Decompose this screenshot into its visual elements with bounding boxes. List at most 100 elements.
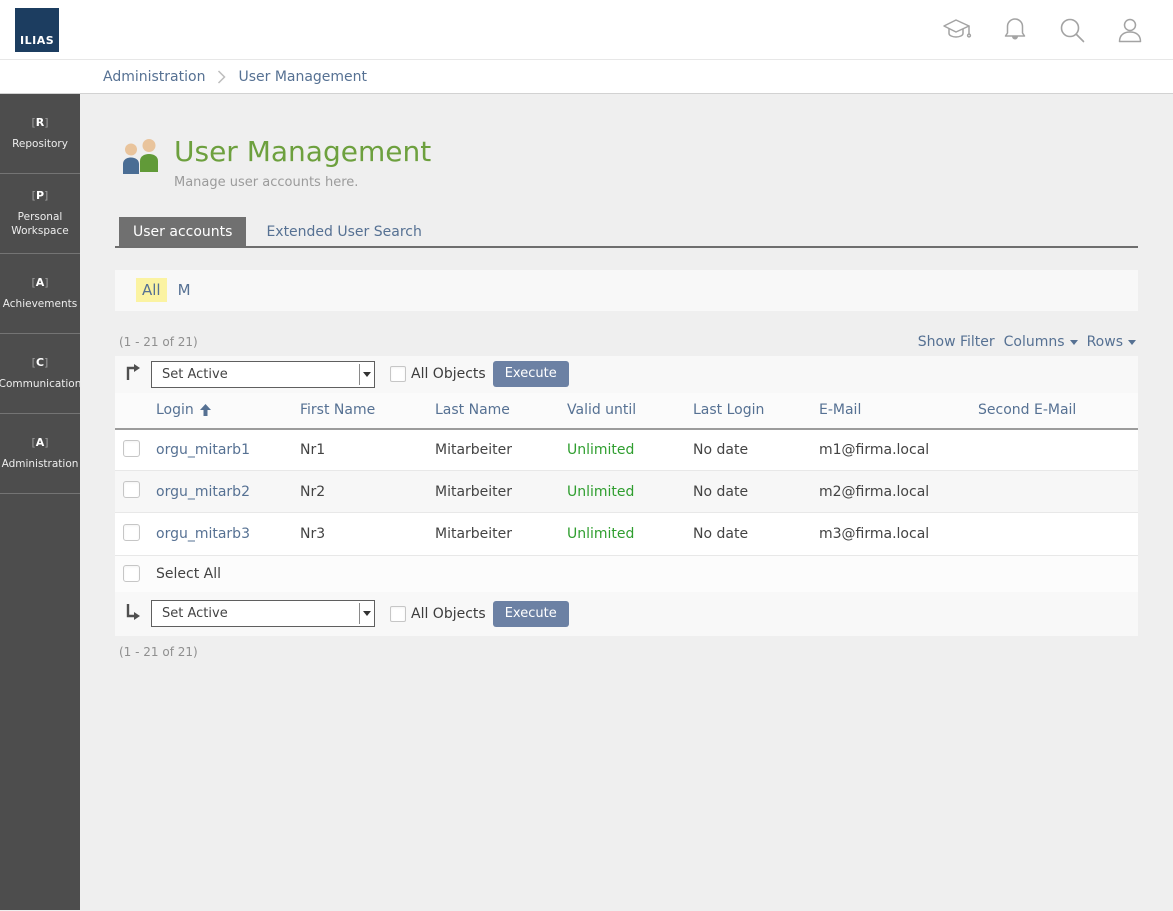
filter-option-all[interactable]: All: [136, 278, 167, 302]
repository-icon: [R]: [31, 116, 48, 129]
user-login-link[interactable]: orgu_mitarb2: [156, 484, 250, 500]
row-checkbox[interactable]: [123, 440, 140, 457]
checkbox-column-header: [115, 393, 148, 429]
main-sidebar: [R] Repository [P] Personal Workspace [A…: [0, 94, 80, 910]
rows-dropdown[interactable]: Rows: [1087, 334, 1136, 350]
row-checkbox[interactable]: [123, 481, 140, 498]
bulk-action-select-bottom[interactable]: Set Active: [151, 600, 375, 627]
top-icon-group: [942, 16, 1144, 44]
first-name-cell: Nr3: [292, 513, 427, 555]
column-header-first-name[interactable]: First Name: [292, 393, 427, 429]
all-objects-checkbox-bottom[interactable]: [390, 606, 406, 622]
column-header-last-name[interactable]: Last Name: [427, 393, 559, 429]
ilias-logo[interactable]: ILIAS: [15, 8, 59, 52]
page-subtitle: Manage user accounts here.: [174, 175, 431, 190]
user-login-link[interactable]: orgu_mitarb3: [156, 526, 250, 542]
first-name-cell: Nr1: [292, 429, 427, 471]
email-cell: m2@firma.local: [811, 471, 970, 513]
bulk-action-select[interactable]: Set Active: [151, 361, 375, 388]
table-header-row: Login First Name Last Name Valid until L…: [115, 393, 1138, 429]
all-objects-label: All Objects: [411, 366, 486, 382]
tab-bar: User accounts Extended User Search: [115, 217, 1138, 248]
sidebar-item-label: Administration: [0, 458, 80, 472]
main-content: User Management Manage user accounts her…: [80, 94, 1173, 910]
valid-until-cell: Unlimited: [559, 471, 685, 513]
sidebar-item-achievements[interactable]: [A] Achievements: [0, 254, 80, 334]
valid-until-cell: Unlimited: [559, 429, 685, 471]
execute-button-bottom[interactable]: Execute: [493, 601, 569, 627]
column-header-login[interactable]: Login: [148, 393, 292, 429]
tab-extended-user-search[interactable]: Extended User Search: [252, 217, 435, 246]
user-login-link[interactable]: orgu_mitarb1: [156, 442, 250, 458]
table-row: orgu_mitarb2 Nr2 Mitarbeiter Unlimited N…: [115, 471, 1138, 513]
sort-ascending-icon: [200, 404, 211, 416]
table-row: orgu_mitarb1 Nr1 Mitarbeiter Unlimited N…: [115, 429, 1138, 471]
second-email-cell: [970, 513, 1138, 555]
last-login-cell: No date: [685, 513, 811, 555]
bulk-action-bar-top: Set Active All Objects Execute: [115, 356, 1138, 393]
execute-button[interactable]: Execute: [493, 361, 569, 387]
second-email-cell: [970, 429, 1138, 471]
sidebar-item-label: Communication: [0, 378, 83, 392]
email-cell: m3@firma.local: [811, 513, 970, 555]
sidebar-item-administration[interactable]: [A] Administration: [0, 414, 80, 494]
user-icon[interactable]: [1116, 16, 1144, 44]
apply-down-arrow-icon: [126, 603, 141, 625]
bulk-action-bar-bottom: Set Active All Objects Execute: [115, 592, 1138, 636]
columns-dropdown[interactable]: Columns: [1004, 334, 1078, 350]
sidebar-item-label: Personal Workspace: [0, 211, 80, 238]
personal-workspace-icon: [P]: [32, 189, 49, 202]
user-management-icon: [120, 139, 162, 190]
first-name-cell: Nr2: [292, 471, 427, 513]
column-header-last-login[interactable]: Last Login: [685, 393, 811, 429]
breadcrumb-user-management[interactable]: User Management: [238, 69, 367, 85]
last-login-cell: No date: [685, 429, 811, 471]
tab-user-accounts[interactable]: User accounts: [119, 217, 246, 246]
second-email-cell: [970, 471, 1138, 513]
last-login-cell: No date: [685, 471, 811, 513]
apply-up-arrow-icon: [126, 363, 141, 385]
row-checkbox[interactable]: [123, 524, 140, 541]
chevron-down-icon: [1128, 340, 1136, 345]
top-bar: ILIAS: [0, 0, 1173, 60]
result-range-bottom: (1 - 21 of 21): [115, 645, 1138, 659]
logo-text: ILIAS: [20, 34, 54, 47]
page-header: User Management Manage user accounts her…: [115, 137, 1138, 190]
select-caret-icon: [359, 364, 373, 385]
achievements-icon: [A]: [31, 276, 48, 289]
breadcrumb: Administration User Management: [0, 60, 1173, 94]
result-range-top: (1 - 21 of 21): [119, 335, 198, 349]
alphabet-filter: All M: [115, 270, 1138, 311]
all-objects-checkbox[interactable]: [390, 366, 406, 382]
all-objects-label: All Objects: [411, 606, 486, 622]
column-header-valid-until[interactable]: Valid until: [559, 393, 685, 429]
sidebar-item-communication[interactable]: [C] Communication: [0, 334, 80, 414]
communication-icon: [C]: [32, 356, 49, 369]
show-filter-link[interactable]: Show Filter: [918, 334, 995, 350]
chevron-down-icon: [1070, 340, 1078, 345]
notifications-icon[interactable]: [1002, 16, 1028, 44]
column-header-email[interactable]: E-Mail: [811, 393, 970, 429]
user-table: Login First Name Last Name Valid until L…: [115, 393, 1138, 555]
breadcrumb-administration[interactable]: Administration: [103, 69, 205, 85]
administration-icon: [A]: [31, 436, 48, 449]
page-title: User Management: [174, 137, 431, 168]
sidebar-item-repository[interactable]: [R] Repository: [0, 94, 80, 174]
select-all-checkbox[interactable]: [123, 565, 140, 582]
last-name-cell: Mitarbeiter: [427, 471, 559, 513]
table-meta-row: (1 - 21 of 21) Show Filter Columns Rows: [115, 328, 1138, 356]
last-name-cell: Mitarbeiter: [427, 429, 559, 471]
column-header-second-email[interactable]: Second E-Mail: [970, 393, 1138, 429]
sidebar-item-label: Repository: [10, 138, 70, 152]
chevron-right-icon: [217, 70, 226, 84]
select-all-label: Select All: [156, 566, 221, 582]
sidebar-item-label: Achievements: [1, 298, 79, 312]
help-icon[interactable]: [942, 16, 972, 44]
sidebar-item-personal-workspace[interactable]: [P] Personal Workspace: [0, 174, 80, 254]
filter-option-m[interactable]: M: [178, 281, 191, 299]
search-icon[interactable]: [1058, 16, 1086, 44]
email-cell: m1@firma.local: [811, 429, 970, 471]
select-caret-icon: [359, 603, 373, 624]
valid-until-cell: Unlimited: [559, 513, 685, 555]
last-name-cell: Mitarbeiter: [427, 513, 559, 555]
